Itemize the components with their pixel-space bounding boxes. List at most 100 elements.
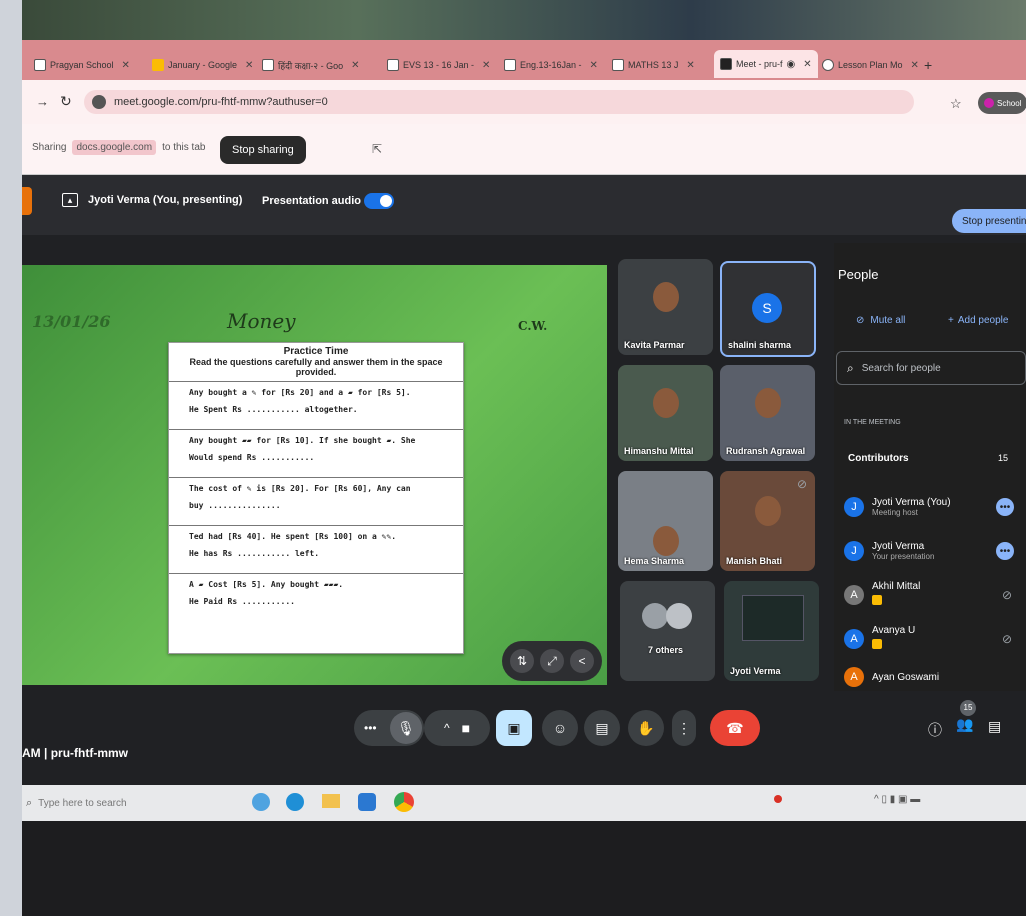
info-icon[interactable]: ⓘ bbox=[928, 720, 942, 740]
pin-icon[interactable]: ⇅ bbox=[510, 649, 534, 673]
answer-line: buy ............... bbox=[189, 501, 281, 510]
stop-presenting-button[interactable]: Stop presenting bbox=[952, 209, 1026, 233]
avatar bbox=[666, 603, 692, 629]
participant-video bbox=[652, 282, 679, 313]
present-screen-icon: ▣ bbox=[507, 719, 521, 736]
sharing-notice: Sharing docs.google.com to this tab bbox=[32, 140, 205, 155]
edge-icon[interactable] bbox=[286, 793, 304, 811]
participant-name: Jyoti Verma (You) bbox=[872, 497, 951, 508]
close-icon[interactable]: ✕ bbox=[122, 60, 130, 71]
present-button[interactable]: ▣ bbox=[496, 710, 532, 746]
avatar bbox=[642, 603, 668, 629]
close-icon[interactable]: ✕ bbox=[351, 60, 359, 71]
participant-list-item[interactable]: J Jyoti Verma (You) Meeting host ••• bbox=[844, 487, 1020, 527]
participant-list-item[interactable]: J Jyoti Verma Your presentation ••• bbox=[844, 531, 1020, 571]
reactions-button[interactable]: ☺ bbox=[542, 710, 578, 746]
tab-pragyan-school[interactable]: Pragyan School ✕ bbox=[34, 54, 130, 76]
participant-list-item[interactable]: A Ayan Goswami bbox=[844, 663, 1020, 691]
participant-name: Kavita Parmar bbox=[624, 340, 685, 350]
chrome-icon[interactable] bbox=[394, 792, 414, 812]
profile-button[interactable]: School bbox=[978, 92, 1026, 114]
presentation-audio-toggle[interactable] bbox=[364, 193, 394, 209]
taskbar-search[interactable]: ⌕ Type here to search bbox=[22, 791, 226, 815]
meet-control-bar: AM | pru-fhtf-mmw ••• 🎙 ^ ■ ▣ ☺ ▤ ✋ ⋮ ☎ … bbox=[22, 700, 1026, 760]
add-people-button[interactable]: + Add people bbox=[948, 315, 1008, 326]
forward-icon[interactable]: → bbox=[36, 94, 49, 109]
people-search-input[interactable]: ⌕ Search for people bbox=[836, 351, 1026, 385]
participant-video bbox=[652, 526, 679, 556]
worksheet-instruction: Read the questions carefully and answer … bbox=[169, 357, 463, 382]
tab-maths[interactable]: MATHS 13 J ✕ bbox=[612, 54, 695, 76]
more-options-icon[interactable]: ••• bbox=[996, 542, 1014, 560]
participant-tile[interactable]: Kavita Parmar bbox=[618, 259, 713, 355]
participant-tile[interactable]: Himanshu Mittal bbox=[618, 365, 713, 461]
avatar: S bbox=[752, 293, 782, 323]
store-icon[interactable] bbox=[358, 793, 376, 811]
worksheet: Practice Time Read the questions careful… bbox=[168, 342, 464, 654]
answer-line: Would spend Rs ........... bbox=[189, 453, 315, 462]
close-icon[interactable]: ✕ bbox=[803, 59, 811, 70]
url-text: meet.google.com/pru-fhtf-mmw?authuser=0 bbox=[114, 96, 328, 108]
taskbar-app-icon[interactable] bbox=[252, 793, 270, 811]
notification-dot-icon bbox=[774, 795, 782, 803]
reload-icon[interactable]: ↻ bbox=[60, 93, 72, 110]
sharing-domain: docs.google.com bbox=[72, 140, 157, 155]
tab-hindi[interactable]: हिंदी कक्षा-२ - Goo ✕ bbox=[262, 54, 360, 76]
close-icon[interactable]: ✕ bbox=[911, 60, 919, 71]
new-tab-button[interactable]: + bbox=[924, 54, 932, 76]
present-icon: ▴ bbox=[62, 193, 78, 207]
contributors-label[interactable]: Contributors bbox=[848, 453, 909, 464]
leave-call-button[interactable]: ☎ bbox=[710, 710, 760, 746]
tab-label: Pragyan School bbox=[50, 60, 114, 70]
participant-tile[interactable]: Hema Sharma bbox=[618, 471, 713, 571]
site-info-icon[interactable] bbox=[92, 95, 106, 109]
raise-hand-button[interactable]: ✋ bbox=[628, 710, 664, 746]
share-icon[interactable]: < bbox=[570, 649, 594, 673]
tab-label: Lesson Plan Mo bbox=[838, 60, 903, 70]
close-icon[interactable]: ✕ bbox=[686, 60, 694, 71]
tab-eng[interactable]: Eng.13-16Jan - ✕ bbox=[504, 54, 598, 76]
close-icon[interactable]: ✕ bbox=[245, 60, 253, 71]
url-field[interactable]: meet.google.com/pru-fhtf-mmw?authuser=0 bbox=[84, 90, 914, 114]
people-button[interactable]: 👥 15 bbox=[956, 700, 976, 733]
participant-tile[interactable]: Rudransh Agrawal bbox=[720, 365, 815, 461]
plus-icon: + bbox=[924, 57, 933, 73]
participant-tile[interactable]: Jyoti Verma bbox=[724, 581, 819, 681]
more-actions-button[interactable]: ⋮ bbox=[672, 710, 696, 746]
page-icon bbox=[262, 59, 274, 71]
hand-badge-icon bbox=[872, 594, 882, 605]
taskbar-search-placeholder: Type here to search bbox=[38, 797, 127, 809]
mute-all-button[interactable]: ⊘ Mute all bbox=[856, 315, 905, 326]
participant-tile[interactable]: S shalini sharma bbox=[720, 261, 816, 357]
participant-tile[interactable]: ⊘ Manish Bhati bbox=[720, 471, 815, 571]
tab-evs[interactable]: EVS 13 - 16 Jan - ✕ bbox=[387, 54, 490, 76]
vertical-dots-icon: ⋮ bbox=[677, 719, 691, 736]
system-tray-icons[interactable]: ^ ▯ ▮ ▣ ▬ bbox=[874, 794, 920, 805]
more-options-icon[interactable]: ••• bbox=[996, 498, 1014, 516]
close-icon[interactable]: ✕ bbox=[482, 60, 490, 71]
participant-list-item[interactable]: A Avanya U ⊘ bbox=[844, 619, 1020, 659]
tab-january[interactable]: January - Google ✕ bbox=[152, 54, 253, 76]
participant-tile[interactable]: 7 others bbox=[620, 581, 715, 681]
file-explorer-icon[interactable] bbox=[322, 794, 340, 808]
stop-sharing-button[interactable]: Stop sharing bbox=[220, 136, 306, 164]
participant-list-item[interactable]: A Akhil Mittal ⊘ bbox=[844, 575, 1020, 615]
captions-button[interactable]: ▤ bbox=[584, 710, 620, 746]
tab-lesson-plan[interactable]: Lesson Plan Mo ✕ bbox=[822, 54, 919, 76]
participant-video bbox=[754, 388, 781, 419]
avatar: A bbox=[844, 629, 864, 649]
participant-video bbox=[652, 388, 679, 419]
chat-icon[interactable]: ▤ bbox=[988, 718, 1001, 735]
sidebar-tab[interactable] bbox=[22, 187, 32, 215]
camera-button[interactable]: ^ ■ bbox=[424, 710, 490, 746]
tab-meet[interactable]: Meet - pru-f ◉ ✕ bbox=[714, 50, 818, 78]
mic-off-icon: ⊘ bbox=[856, 315, 865, 326]
search-icon: ⌕ bbox=[847, 360, 854, 375]
fullscreen-icon[interactable]: ⤢ bbox=[540, 649, 564, 673]
close-icon[interactable]: ✕ bbox=[590, 60, 598, 71]
bookmark-star-icon[interactable]: ☆ bbox=[950, 96, 962, 112]
more-options-button[interactable]: ••• 🎙 bbox=[354, 710, 424, 746]
answer-line: He Spent Rs ........... altogether. bbox=[189, 405, 358, 414]
participant-name: Rudransh Agrawal bbox=[726, 446, 806, 456]
presented-slide: 13/01/26 Money C.W. Practice Time Read t… bbox=[22, 265, 607, 685]
